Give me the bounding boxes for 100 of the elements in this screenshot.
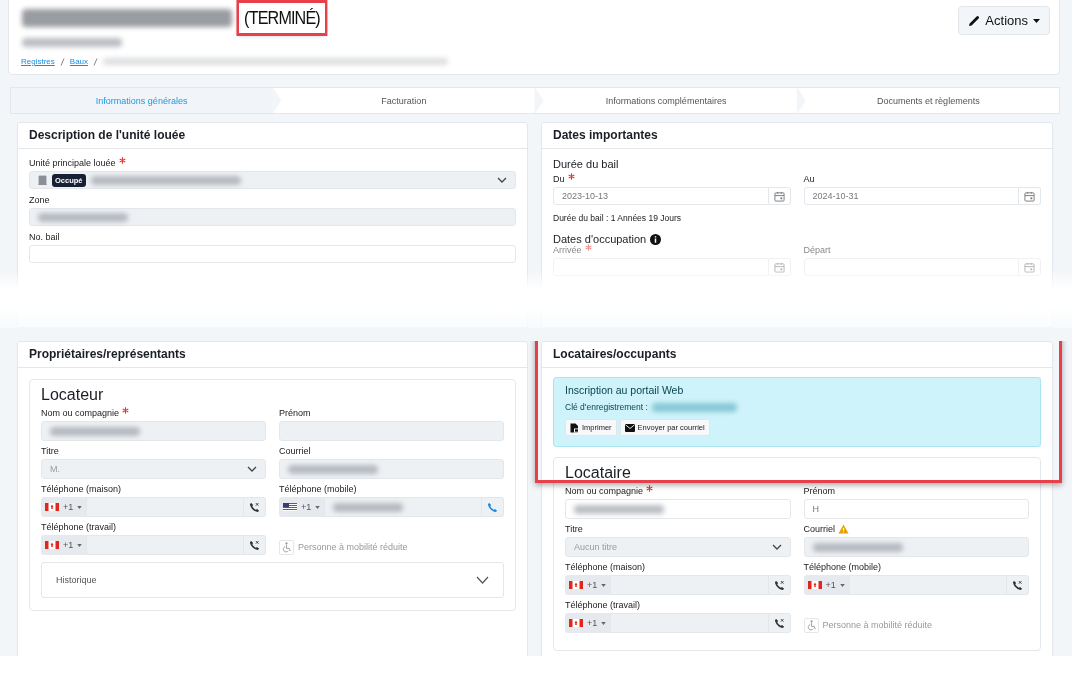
caret-icon: [601, 621, 607, 625]
date-field[interactable]: 2023-10-13: [553, 187, 769, 205]
phone-input[interactable]: [324, 497, 482, 517]
flag-icon: [283, 503, 297, 511]
phone-icon: [773, 579, 785, 591]
input-field[interactable]: [29, 245, 516, 263]
caret-icon: [315, 505, 321, 509]
phone-icon: [487, 501, 498, 513]
input-field[interactable]: H: [803, 499, 1029, 519]
call-button[interactable]: [768, 575, 791, 595]
field-label: Prénom: [279, 408, 311, 418]
card-title: Propriétaires/représentants: [18, 342, 527, 368]
phone-icon: [249, 539, 260, 551]
flag-icon: [569, 581, 583, 589]
phone-input[interactable]: [848, 575, 1007, 595]
pdf-file-icon: [570, 422, 579, 433]
calendar-button[interactable]: [768, 187, 791, 205]
building-icon: [38, 175, 47, 185]
flag-icon: [569, 619, 583, 627]
field-label: Téléphone (maison): [565, 562, 646, 572]
step-tab[interactable]: Informations complémentaires: [535, 88, 797, 113]
alert-title: Inscription au portail Web: [565, 384, 685, 396]
phone-icon: [249, 501, 260, 513]
registration-key-label: Clé d'enregistrement :: [565, 402, 648, 412]
section-heading: Locataire: [565, 464, 632, 482]
wheelchair-icon[interactable]: [803, 617, 819, 633]
caret-icon: [77, 505, 83, 509]
field-label: Départ: [803, 245, 831, 255]
call-button[interactable]: [244, 535, 266, 555]
phone-input[interactable]: [610, 613, 769, 633]
field-label: Unité principale louée: [29, 158, 116, 168]
date-field[interactable]: 2024-10-31: [803, 187, 1019, 205]
info-icon: [650, 233, 662, 245]
breadcrumb-separator-icon: [59, 57, 65, 66]
flag-icon: [45, 541, 59, 549]
field-label: Téléphone (mobile): [279, 484, 357, 494]
field-label: Courriel: [279, 446, 311, 456]
pencil-icon: [968, 14, 981, 27]
phone-icon: [1012, 579, 1023, 591]
input-field[interactable]: [565, 499, 791, 519]
call-button[interactable]: [768, 613, 791, 633]
field-label: Téléphone (travail): [565, 600, 641, 610]
field-label: Titre: [41, 446, 59, 456]
chevron-down-icon: [771, 544, 782, 550]
breadcrumb-separator-icon: [93, 57, 99, 66]
field-label: Du: [553, 174, 565, 184]
field-label: Au: [803, 174, 815, 184]
calendar-icon: [1024, 261, 1035, 273]
phone-input[interactable]: [86, 497, 244, 517]
card-title: Dates importantes: [542, 123, 1052, 149]
country-selector[interactable]: +1: [803, 575, 849, 595]
calendar-icon: [773, 261, 785, 273]
phone-input[interactable]: [86, 535, 244, 555]
breadcrumb-link[interactable]: Baux: [69, 57, 89, 66]
section-heading: Locateur: [41, 386, 105, 404]
flag-icon: [45, 503, 59, 511]
card-title: Locataires/occupants: [542, 342, 1052, 368]
breadcrumb-link[interactable]: Registres: [21, 57, 55, 66]
chevron-down-icon: [247, 466, 257, 472]
country-selector[interactable]: +1: [279, 497, 325, 517]
calendar-icon: [1024, 190, 1035, 202]
history-accordion[interactable]: Historique: [41, 562, 504, 598]
field-label: Téléphone (maison): [41, 484, 122, 494]
envelope-icon: [624, 423, 635, 432]
call-button[interactable]: [1007, 575, 1029, 595]
caret-icon: [1033, 18, 1040, 23]
field-label: Zone: [29, 195, 50, 205]
calendar-icon: [773, 190, 785, 202]
field-label: Titre: [565, 524, 583, 534]
chevron-down-icon: [476, 576, 489, 584]
caret-icon: [839, 583, 845, 587]
flag-icon: [807, 581, 822, 589]
field-label: Nom ou compagnie: [565, 486, 644, 496]
field-label: Prénom: [803, 486, 835, 496]
card-title: Description de l'unité louée: [18, 123, 527, 149]
calendar-button[interactable]: [1019, 187, 1041, 205]
actions-button[interactable]: Actions: [958, 6, 1050, 35]
field-label: Nom ou compagnie: [41, 408, 120, 418]
status-label: (TERMINÉ): [239, 3, 325, 33]
field-label: Téléphone (travail): [41, 522, 117, 532]
phone-icon: [773, 617, 785, 629]
country-selector[interactable]: +1: [565, 575, 611, 595]
field-label: No. bail: [29, 232, 60, 242]
call-button[interactable]: [244, 497, 266, 517]
phone-input[interactable]: [610, 575, 769, 595]
field-label: Téléphone (mobile): [803, 562, 882, 572]
field-label: Courriel: [803, 524, 835, 534]
chevron-down-icon: [497, 177, 507, 183]
caret-icon: [601, 583, 607, 587]
country-selector[interactable]: +1: [41, 497, 87, 517]
caret-icon: [77, 543, 83, 547]
country-selector[interactable]: +1: [41, 535, 87, 555]
step-tab[interactable]: Documents et règlements: [797, 88, 1059, 113]
field-label: Arrivée: [553, 245, 582, 255]
country-selector[interactable]: +1: [565, 613, 611, 633]
wheelchair-icon[interactable]: [279, 539, 294, 555]
section-heading: Dates d'occupation: [553, 233, 647, 245]
section-heading: Durée du bail: [553, 158, 620, 170]
duration-text: Durée du bail : 1 Années 19 Jours: [553, 213, 683, 223]
step-tab[interactable]: Facturation: [273, 88, 535, 113]
